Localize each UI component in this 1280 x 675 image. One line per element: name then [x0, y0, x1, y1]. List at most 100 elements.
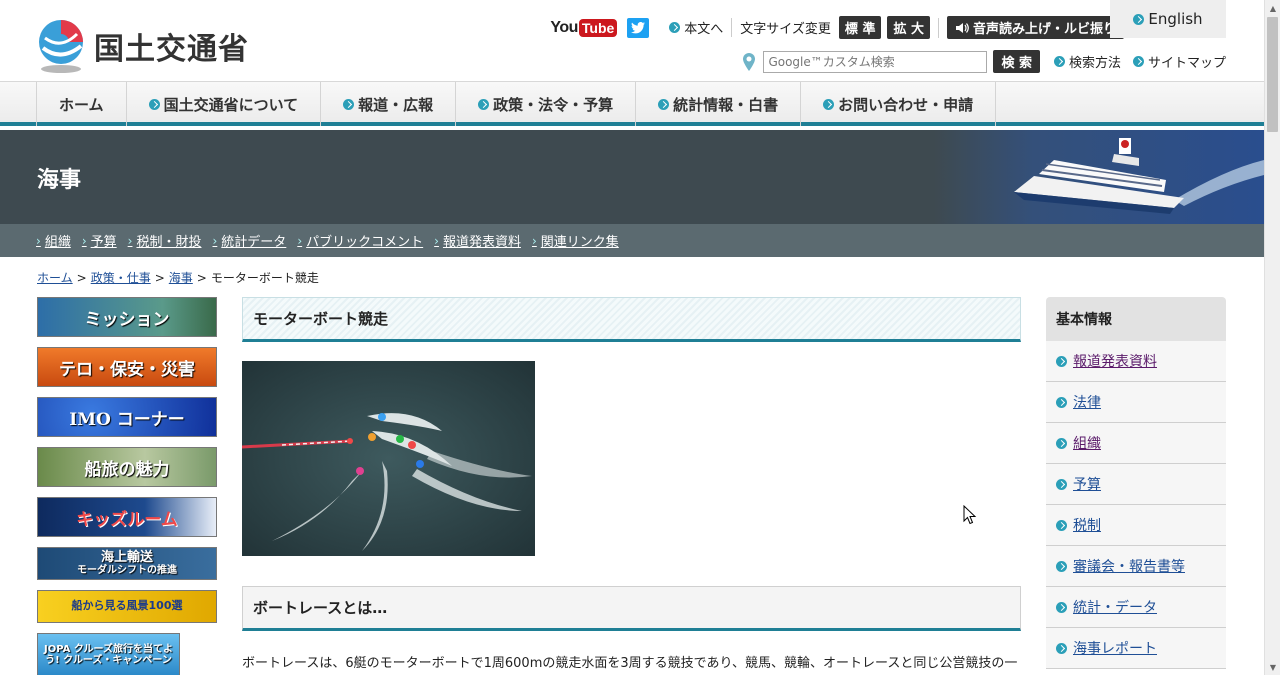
scroll-up-arrow-icon[interactable]: ▲ [1265, 0, 1280, 16]
sidebar-link[interactable]: 審議会・報告書等 [1073, 556, 1185, 576]
breadcrumb-link-home[interactable]: ホーム [37, 271, 73, 285]
banner-label: 船旅の魅力 [84, 459, 170, 480]
sidebar-link[interactable]: 組織 [1073, 433, 1101, 453]
banner-label: IMO コーナー [69, 409, 185, 430]
subnav-item-organization[interactable]: › 組織 [36, 231, 71, 251]
ferry-ship-image [934, 130, 1264, 224]
sidebar-item-press-release[interactable]: 報道発表資料 [1046, 341, 1226, 382]
banner-security-disaster[interactable]: テロ・保安・災害 [37, 347, 217, 387]
banner-label: ミッション [84, 309, 170, 330]
sidebar-link[interactable]: 予算 [1073, 474, 1101, 494]
subnav-label: 組織 [44, 235, 71, 250]
chevron-right-icon: › [434, 233, 439, 248]
skip-link-label: 本文へ [684, 22, 724, 37]
subnav-label: 関連リンク集 [540, 235, 619, 250]
gnav-item-statistics[interactable]: 統計情報・白書 [635, 82, 800, 126]
banner-maritime-transport[interactable]: 海上輸送 モーダルシフトの推進 [37, 547, 217, 580]
gnav-item-contact[interactable]: お問い合わせ・申請 [800, 82, 997, 126]
subnav-label: 統計データ [221, 235, 287, 250]
subnav-label: パブリックコメント [306, 235, 424, 250]
voice-reader-label: 音声読み上げ・ルビ振り [972, 22, 1116, 37]
global-nav: ホーム 国土交通省について 報道・広報 政策・法令・予算 統計情報・白書 お問い… [0, 82, 1264, 126]
breadcrumb-link-policy[interactable]: 政策・仕事 [91, 271, 151, 285]
sidebar-item-council[interactable]: 審議会・報告書等 [1046, 546, 1226, 587]
banner-kids-room[interactable]: キッズルーム [37, 497, 217, 537]
chevron-right-icon: › [297, 233, 303, 248]
search-button[interactable]: 検 索 [993, 50, 1040, 73]
gnav-label: 政策・法令・予算 [493, 95, 614, 114]
banner-label: 海上輸送 [100, 549, 153, 565]
subnav-item-public-comment[interactable]: › パブリックコメント [297, 231, 424, 251]
font-standard-button[interactable]: 標 準 [838, 16, 882, 39]
banner-label: テロ・保安・災害 [59, 359, 195, 380]
chevron-right-icon: › [36, 233, 41, 248]
banner-cruise-campaign[interactable]: JOPA クルーズ旅行を当てよう! クルーズ・キャンペーン [37, 633, 180, 675]
arrow-circle-icon [1056, 437, 1067, 449]
banner-imo[interactable]: IMO コーナー [37, 397, 217, 437]
gnav-item-press[interactable]: 報道・広報 [320, 82, 455, 126]
banner-label: 船から見る風景100選 [71, 599, 183, 613]
subnav-label: 報道発表資料 [442, 235, 521, 250]
arrow-circle-icon [1056, 642, 1067, 654]
voice-reader-button[interactable]: 音声読み上げ・ルビ振り [946, 16, 1124, 39]
search-input[interactable] [763, 50, 988, 73]
divider [937, 17, 939, 38]
twitter-icon[interactable] [627, 17, 650, 38]
main-content: モーターボート競走 ボートレースとは… ボートレースは、6艇のモーターボートで1… [242, 297, 1021, 671]
boat-race-photo [242, 361, 535, 556]
page-title: モーターボート競走 [242, 297, 1021, 342]
subnav-item-budget[interactable]: › 予算 [82, 231, 117, 251]
banner-cruise-appeal[interactable]: 船旅の魅力 [37, 447, 217, 487]
arrow-circle-icon [1056, 355, 1067, 367]
mlit-logo-icon [39, 20, 83, 73]
gnav-item-home[interactable]: ホーム [36, 82, 126, 126]
font-size-label: 文字サイズ変更 [740, 22, 831, 37]
skip-to-content-link[interactable]: 本文へ [669, 18, 733, 37]
search-method-link[interactable]: 検索方法 [1053, 52, 1121, 71]
breadcrumb-separator: > [196, 271, 207, 285]
body-paragraph: ボートレースは、6艇のモーターボートで1周600mの競走水面を3周する競技であり… [242, 656, 1018, 671]
sidebar-link[interactable]: 海事レポート [1073, 638, 1157, 658]
mlit-logo[interactable]: 国土交通省 [37, 18, 249, 74]
breadcrumb: ホーム > 政策・仕事 > 海事 > モーターボート競走 [37, 269, 319, 286]
sidebar-item-statistics[interactable]: 統計・データ [1046, 587, 1226, 628]
arrow-circle-icon [1056, 601, 1067, 613]
font-large-button[interactable]: 拡 大 [887, 16, 930, 39]
subnav-item-statistics[interactable]: › 統計データ [212, 231, 287, 251]
chevron-right-icon: › [212, 233, 218, 248]
chevron-right-icon: › [531, 233, 537, 248]
breadcrumb-link-maritime[interactable]: 海事 [169, 271, 193, 285]
youtube-link[interactable]: You Tube [550, 18, 618, 37]
section-title: 海事 [37, 168, 82, 193]
sidebar-item-law[interactable]: 法律 [1046, 382, 1226, 423]
subnav-item-related-links[interactable]: › 関連リンク集 [531, 231, 619, 251]
left-banner-column: ミッション テロ・保安・災害 IMO コーナー 船旅の魅力 キッズルーム 海上輸… [37, 297, 217, 675]
gnav-item-policy[interactable]: 政策・法令・予算 [455, 82, 635, 126]
breadcrumb-separator: > [154, 271, 165, 285]
gnav-label: ホーム [59, 95, 104, 114]
banner-ship-scenery[interactable]: 船から見る風景100選 [37, 590, 217, 623]
arrow-circle-icon [823, 98, 835, 110]
subnav-item-press-release[interactable]: › 報道発表資料 [434, 231, 521, 251]
sidebar-item-tax[interactable]: 税制 [1046, 505, 1226, 546]
sitemap-link[interactable]: サイトマップ [1132, 52, 1226, 71]
sidebar-link[interactable]: 税制 [1073, 515, 1101, 535]
subnav-item-tax[interactable]: › 税制・財投 [128, 231, 202, 251]
banner-mission[interactable]: ミッション [37, 297, 217, 337]
scroll-thumb[interactable] [1267, 17, 1278, 132]
gnav-label: 国土交通省について [163, 95, 299, 114]
logo-text: 国土交通省 [94, 32, 249, 67]
english-link[interactable]: English [1110, 0, 1226, 38]
sidebar-link[interactable]: 統計・データ [1073, 597, 1157, 617]
gnav-item-about[interactable]: 国土交通省について [125, 82, 321, 126]
sidebar-item-organization[interactable]: 組織 [1046, 423, 1226, 464]
scroll-down-arrow-icon[interactable]: ▼ [1265, 659, 1280, 675]
sidebar-item-maritime-report[interactable]: 海事レポート [1046, 628, 1226, 669]
sidebar-link[interactable]: 法律 [1073, 392, 1101, 412]
sidebar-link[interactable]: 報道発表資料 [1073, 351, 1157, 371]
sitemap-label: サイトマップ [1147, 56, 1226, 71]
arrow-circle-icon [1056, 560, 1067, 572]
sidebar-item-budget[interactable]: 予算 [1046, 464, 1226, 505]
arrow-circle-icon [1056, 478, 1067, 490]
vertical-scrollbar[interactable]: ▲ ▼ [1264, 0, 1280, 675]
